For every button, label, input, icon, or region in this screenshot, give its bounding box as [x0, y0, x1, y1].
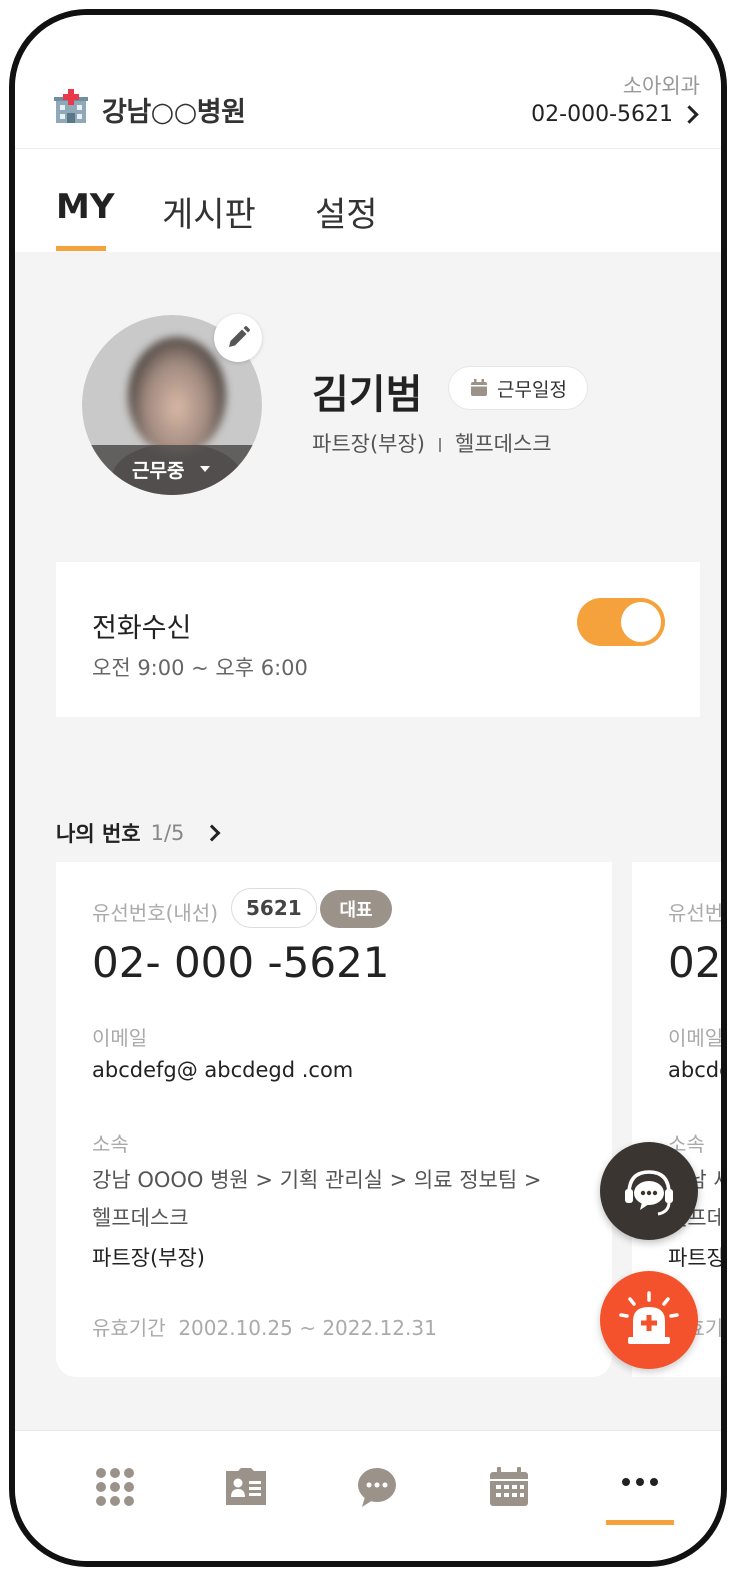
org-label: 소속 — [92, 1132, 129, 1156]
work-schedule-label: 근무일정 — [497, 378, 567, 401]
profile-position: 파트장(부장) — [312, 432, 425, 456]
chat-bubble-icon[interactable] — [355, 1465, 399, 1509]
toggle-knob — [621, 602, 661, 642]
work-schedule-button[interactable]: 근무일정 — [448, 366, 588, 410]
department-label: 소아외과 — [622, 74, 700, 98]
siren-icon — [619, 1291, 679, 1344]
my-numbers-header[interactable]: 나의 번호 1/5 — [56, 818, 221, 848]
profile-team: 헬프데스크 — [455, 432, 552, 456]
call-receive-card: 전화수신 오전 9:00 ~ 오후 6:00 — [56, 562, 700, 717]
validity: 유효기간 2002.10.25 ~ 2022.12.31 — [92, 1312, 437, 1341]
chevron-right-icon — [680, 105, 699, 124]
my-numbers-count: 1/5 — [150, 821, 185, 845]
avatar-face-blurred — [128, 337, 226, 455]
validity-value: 2002.10.25 ~ 2022.12.31 — [178, 1316, 437, 1340]
org-path: 강남 OOOO 병원 > 기획 관리실 > 의료 정보팀 > — [92, 1168, 542, 1192]
org-position: 파트장( — [668, 1246, 726, 1270]
call-receive-hours: 오전 9:00 ~ 오후 6:00 — [92, 656, 308, 680]
my-numbers-title: 나의 번호 — [56, 822, 141, 846]
status-label: 근무중 — [132, 460, 185, 482]
tab-settings[interactable]: 설정 — [315, 187, 378, 236]
email-label: 이메일 — [668, 1026, 724, 1050]
profile-role: 파트장(부장) 헬프데스크 — [312, 428, 552, 458]
call-receive-toggle[interactable] — [577, 598, 665, 646]
more-icon[interactable] — [618, 1465, 662, 1509]
contact-card-icon[interactable] — [224, 1465, 268, 1509]
bottom-nav — [15, 1430, 721, 1561]
headset-chat-icon — [625, 1170, 673, 1216]
calendar-icon — [471, 379, 488, 396]
pencil-icon — [229, 326, 250, 347]
tab-bar: MY 게시판 설정 — [15, 149, 721, 252]
email-value: abcdef — [668, 1058, 721, 1082]
representative-badge: 대표 — [320, 890, 392, 928]
line-label: 유선번호 — [668, 901, 724, 925]
main-content: 근무중 김기범 근무일정 파트장(부장) 헬프데스크 전화수신 오전 9:00 … — [15, 252, 726, 1430]
email-value: abcdefg@ abcdegd .com — [92, 1058, 354, 1082]
phone-number: 02-2 — [668, 938, 722, 987]
dial-pad-icon[interactable] — [93, 1465, 137, 1509]
department-phone: 02-000-5621 — [531, 102, 673, 127]
call-receive-title: 전화수신 — [92, 613, 192, 644]
divider — [439, 438, 441, 452]
tab-board[interactable]: 게시판 — [162, 187, 256, 236]
org-position: 파트장(부장) — [92, 1246, 205, 1270]
active-tab-indicator — [56, 246, 106, 251]
calendar-icon[interactable] — [487, 1465, 531, 1509]
hospital-icon — [54, 89, 88, 123]
phone-frame: 강남○○병원 소아외과 02-000-5621 MY 게시판 설정 근무중 김기… — [9, 9, 727, 1567]
profile-name: 김기범 — [312, 372, 423, 418]
hospital-name: 강남○○병원 — [102, 97, 246, 128]
edit-profile-button[interactable] — [214, 314, 262, 362]
tab-my[interactable]: MY — [56, 187, 114, 227]
extension-badge: 5621 — [231, 888, 317, 928]
chevron-right-icon — [203, 824, 221, 842]
phone-number: 02- 000 -5621 — [92, 938, 390, 987]
active-nav-indicator — [606, 1520, 674, 1525]
email-label: 이메일 — [92, 1026, 148, 1050]
caret-down-icon — [200, 466, 210, 472]
line-label: 유선번호(내선) — [92, 901, 219, 925]
validity-label: 유효기간 — [92, 1316, 166, 1340]
number-card[interactable]: 유선번호(내선) 5621 대표 02- 000 -5621 이메일 abcde… — [56, 862, 612, 1377]
emergency-button[interactable] — [600, 1271, 698, 1369]
app-header: 강남○○병원 소아외과 02-000-5621 — [15, 15, 721, 149]
consult-chat-button[interactable] — [600, 1142, 698, 1240]
org-team: 헬프데스크 — [92, 1206, 189, 1230]
department-phone-link[interactable]: 02-000-5621 — [531, 102, 699, 127]
